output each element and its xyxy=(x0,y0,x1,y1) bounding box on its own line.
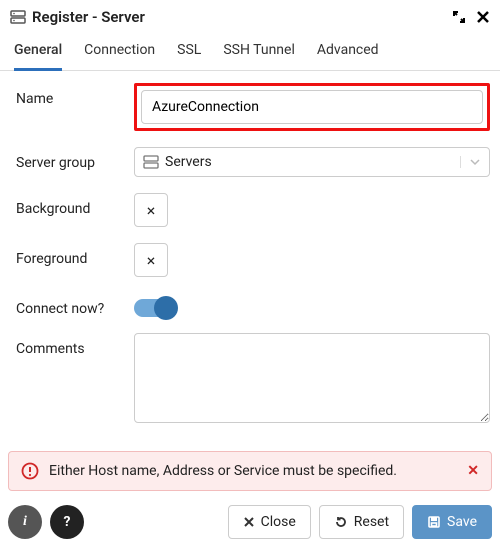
expand-icon[interactable] xyxy=(452,10,466,24)
label-name: Name xyxy=(16,83,134,107)
connect-now-toggle[interactable] xyxy=(134,299,176,317)
server-group-select[interactable]: Servers xyxy=(134,147,490,177)
save-icon xyxy=(427,515,441,529)
close-x-icon xyxy=(243,516,255,528)
tab-general[interactable]: General xyxy=(14,32,62,71)
error-close[interactable]: ✕ xyxy=(467,463,479,479)
chevron-down-icon xyxy=(460,156,481,168)
dialog-footer: i ? Close Reset Save xyxy=(8,505,492,539)
error-alert: Either Host name, Address or Service mus… xyxy=(8,451,492,491)
save-button-label: Save xyxy=(447,514,477,530)
close-button-label: Close xyxy=(261,514,296,530)
tab-ssh-tunnel[interactable]: SSH Tunnel xyxy=(223,32,295,71)
label-server-group: Server group xyxy=(16,147,134,171)
server-icon xyxy=(10,10,26,24)
help-button[interactable]: ? xyxy=(50,505,84,539)
toggle-knob xyxy=(154,296,178,320)
tab-bar: General Connection SSL SSH Tunnel Advanc… xyxy=(0,32,500,71)
foreground-color-clear[interactable]: × xyxy=(134,243,168,277)
background-color-clear[interactable]: × xyxy=(134,193,168,227)
error-message: Either Host name, Address or Service mus… xyxy=(49,463,457,479)
dialog-title-wrap: Register - Server xyxy=(10,8,452,26)
tab-advanced[interactable]: Advanced xyxy=(317,32,379,71)
dialog-header: Register - Server xyxy=(0,0,500,32)
name-input[interactable] xyxy=(141,90,483,124)
reset-icon xyxy=(334,515,348,529)
servers-tree-icon xyxy=(143,155,159,169)
dialog-title: Register - Server xyxy=(32,8,145,26)
tab-ssl[interactable]: SSL xyxy=(177,32,201,71)
label-connect-now: Connect now? xyxy=(16,293,134,317)
label-background: Background xyxy=(16,193,134,217)
reset-button[interactable]: Reset xyxy=(319,505,404,539)
label-foreground: Foreground xyxy=(16,243,134,267)
name-highlight xyxy=(134,83,490,131)
close-icon[interactable] xyxy=(476,10,490,24)
label-comments: Comments xyxy=(16,333,134,357)
close-button[interactable]: Close xyxy=(228,505,311,539)
tab-connection[interactable]: Connection xyxy=(84,32,155,71)
info-button[interactable]: i xyxy=(8,505,42,539)
reset-button-label: Reset xyxy=(354,514,389,530)
server-group-value: Servers xyxy=(165,154,212,170)
error-icon xyxy=(21,462,39,480)
form-general: Name Server group Servers Bac xyxy=(0,71,500,427)
save-button[interactable]: Save xyxy=(412,505,492,539)
comments-input[interactable] xyxy=(134,333,490,423)
